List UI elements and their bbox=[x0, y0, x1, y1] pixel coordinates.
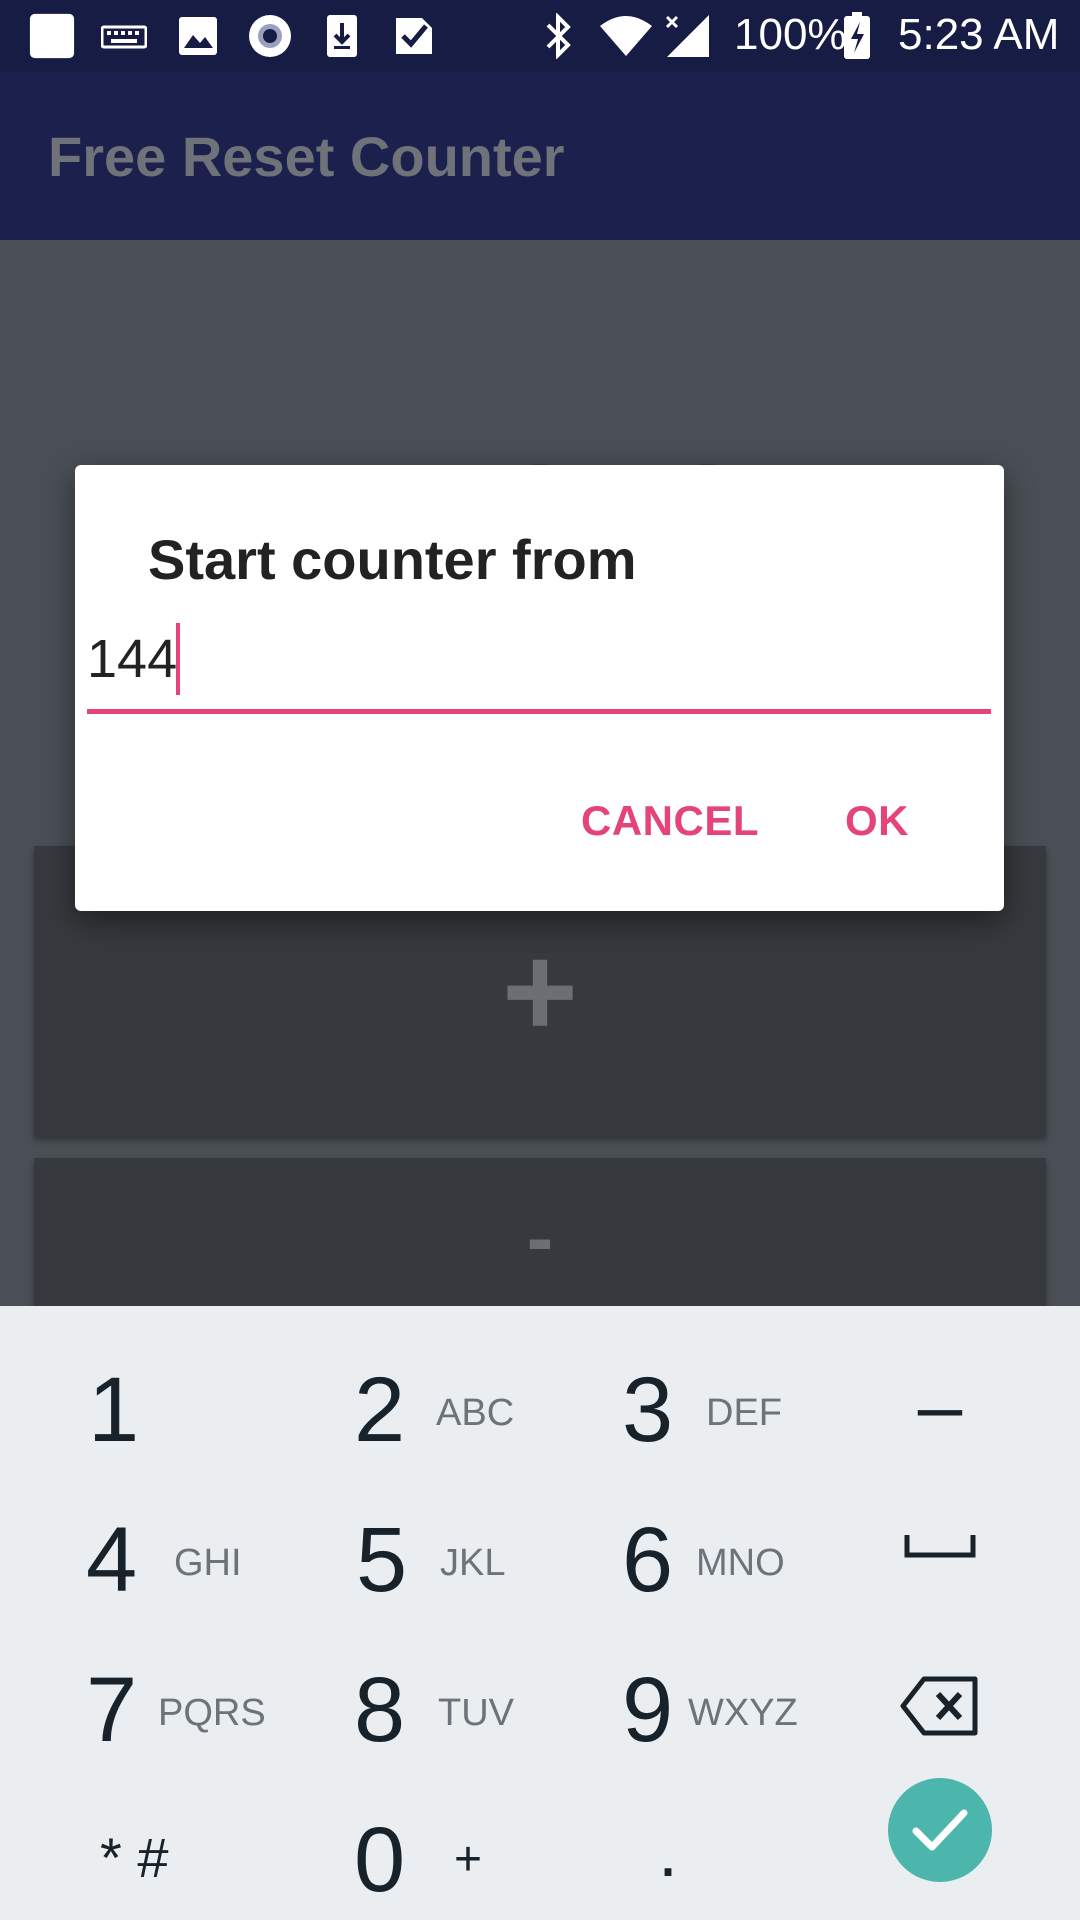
key-1-digit: 1 bbox=[88, 1359, 140, 1461]
key-1[interactable]: 1 bbox=[40, 1306, 260, 1456]
app-title: Free Reset Counter bbox=[48, 125, 565, 188]
backspace-icon bbox=[900, 1676, 978, 1736]
backspace-key[interactable] bbox=[880, 1656, 1000, 1756]
key-7[interactable]: 7 PQRS bbox=[40, 1606, 266, 1761]
clock: 5:23 AM bbox=[898, 10, 1060, 59]
key-5-digit: 5 bbox=[356, 1509, 408, 1611]
key-star-hash[interactable]: * # bbox=[40, 1756, 260, 1906]
bluetooth-icon bbox=[534, 12, 582, 60]
wifi-icon bbox=[598, 12, 654, 60]
key-5[interactable]: 5 JKL bbox=[300, 1456, 520, 1606]
done-key[interactable] bbox=[888, 1778, 992, 1882]
key-0-digit: 0 bbox=[354, 1809, 406, 1911]
key-0-plus: + bbox=[454, 1833, 483, 1886]
minus-key[interactable]: – bbox=[880, 1366, 1000, 1446]
text-cursor bbox=[176, 623, 180, 695]
key-3-letters: DEF bbox=[706, 1392, 782, 1434]
key-7-digit: 7 bbox=[86, 1659, 138, 1761]
key-8[interactable]: 8 TUV bbox=[300, 1606, 520, 1756]
space-key[interactable] bbox=[880, 1506, 1000, 1586]
keyboard-icon bbox=[100, 12, 148, 60]
numeric-keyboard: 1 2 ABC 3 DEF – 4 GHI 5 JKL 6 MNO 7 PQRS… bbox=[0, 1306, 1080, 1920]
key-decimal[interactable]: . bbox=[570, 1756, 790, 1906]
key-8-letters: TUV bbox=[438, 1692, 514, 1734]
key-2[interactable]: 2 ABC bbox=[300, 1306, 520, 1456]
key-8-digit: 8 bbox=[354, 1659, 406, 1761]
key-6-letters: MNO bbox=[696, 1542, 785, 1584]
key-4-digit: 4 bbox=[86, 1509, 138, 1611]
key-2-digit: 2 bbox=[354, 1359, 406, 1461]
key-5-letters: JKL bbox=[440, 1542, 506, 1584]
decrement-button[interactable]: - bbox=[34, 1158, 1046, 1306]
status-bar: 100% 5:23 AM bbox=[0, 0, 1080, 72]
download-icon bbox=[318, 12, 366, 60]
ok-button[interactable]: OK bbox=[845, 797, 909, 845]
key-9-letters: WXYZ bbox=[688, 1692, 798, 1734]
key-star-hash-label: * # bbox=[100, 1826, 169, 1889]
start-counter-dialog: Start counter from CANCEL OK bbox=[75, 465, 1004, 911]
record-icon bbox=[246, 12, 294, 60]
checkmark-icon bbox=[912, 1809, 968, 1851]
key-9[interactable]: 9 WXYZ bbox=[570, 1606, 798, 1761]
image-icon bbox=[174, 12, 222, 60]
key-4-letters: GHI bbox=[174, 1542, 242, 1584]
notification-square-icon bbox=[28, 12, 76, 60]
app-bar: Free Reset Counter bbox=[0, 72, 1080, 240]
battery-charging-icon bbox=[842, 12, 872, 60]
start-value-input[interactable] bbox=[87, 627, 991, 691]
input-underline bbox=[87, 709, 991, 714]
key-4[interactable]: 4 GHI bbox=[40, 1456, 260, 1606]
increment-label: + bbox=[502, 918, 578, 1064]
cancel-button[interactable]: CANCEL bbox=[581, 797, 759, 845]
key-0[interactable]: 0 + bbox=[300, 1756, 520, 1906]
decrement-label: - bbox=[526, 1193, 554, 1282]
key-3-digit: 3 bbox=[622, 1359, 674, 1461]
key-6-digit: 6 bbox=[622, 1509, 674, 1611]
check-badge-icon bbox=[390, 12, 438, 60]
cell-signal-icon bbox=[664, 12, 712, 60]
key-3[interactable]: 3 DEF bbox=[570, 1306, 790, 1456]
minus-key-label: – bbox=[917, 1361, 963, 1450]
start-value-field[interactable] bbox=[87, 623, 991, 695]
key-6[interactable]: 6 MNO bbox=[570, 1456, 790, 1606]
battery-percent: 100% bbox=[734, 10, 847, 59]
key-2-letters: ABC bbox=[436, 1392, 515, 1434]
space-bar-icon bbox=[904, 1535, 976, 1558]
key-decimal-label: . bbox=[658, 1812, 679, 1892]
key-9-digit: 9 bbox=[622, 1659, 674, 1761]
dialog-title: Start counter from bbox=[148, 528, 637, 591]
key-7-letters: PQRS bbox=[158, 1692, 266, 1734]
